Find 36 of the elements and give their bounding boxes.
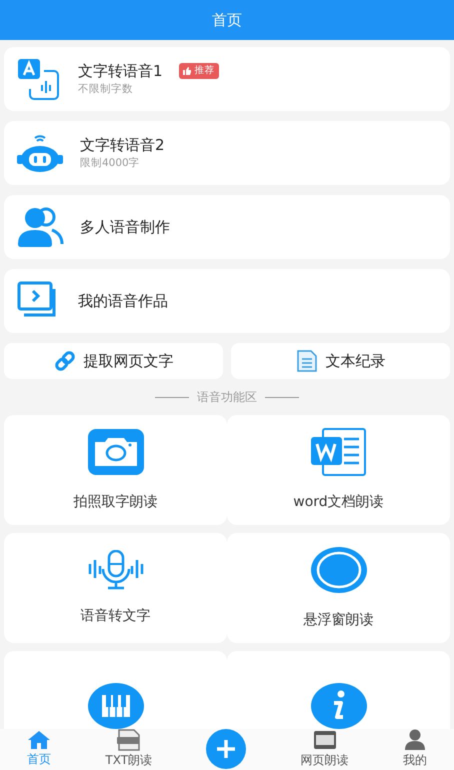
feature-card[interactable]: 多人语音制作 (4, 195, 450, 260)
feature-card[interactable]: 我的语音作品 (4, 269, 450, 334)
header-title: 首页 (212, 10, 242, 31)
feature-title: 我的语音作品 (78, 290, 168, 312)
feature-tile[interactable]: 悬浮窗朗读 (227, 533, 450, 644)
feature-title: 多人语音制作 (80, 216, 170, 238)
feature-title: 文字转语音2 (80, 134, 165, 156)
nav-tab[interactable]: TXT朗读 (105, 729, 152, 770)
badge-label: 推荐 (194, 64, 215, 78)
circle-icon (310, 546, 368, 594)
translate-voice-icon (16, 57, 62, 102)
thumbs-up-icon (182, 67, 191, 76)
users-icon (16, 206, 64, 248)
feature-tile[interactable]: word文档朗读 (227, 415, 450, 526)
nav-tab[interactable]: 网页朗读 (300, 729, 349, 770)
feature-tile[interactable] (227, 651, 450, 729)
nav-tab[interactable]: 我的 (402, 729, 427, 770)
feature-subtitle: 不限制字数 (78, 82, 134, 98)
word-document-icon (310, 428, 368, 476)
feature-card[interactable]: 文字转语音2 限制4000字 (4, 121, 450, 186)
browser-window-icon (312, 729, 338, 752)
feature-subtitle: 限制4000字 (80, 156, 141, 172)
user-icon (404, 729, 426, 752)
section-title: 语音功能区 (197, 389, 257, 406)
add-button[interactable] (206, 729, 246, 770)
quick-button[interactable]: 文本纪录 (231, 343, 450, 380)
plus-icon (215, 738, 238, 760)
feature-title: 文字转语音1 (78, 60, 163, 82)
feature-tile[interactable]: 语音转文字 (4, 533, 227, 644)
feature-card[interactable]: 文字转语音1 推荐 不限制字数 (4, 47, 450, 112)
quick-button[interactable]: 提取网页文字 (4, 343, 223, 380)
link-icon (54, 350, 76, 372)
feature-tile[interactable] (4, 651, 227, 729)
camera-icon (86, 428, 144, 476)
feature-tile[interactable]: 拍照取字朗读 (4, 415, 227, 526)
document-icon (296, 349, 318, 374)
